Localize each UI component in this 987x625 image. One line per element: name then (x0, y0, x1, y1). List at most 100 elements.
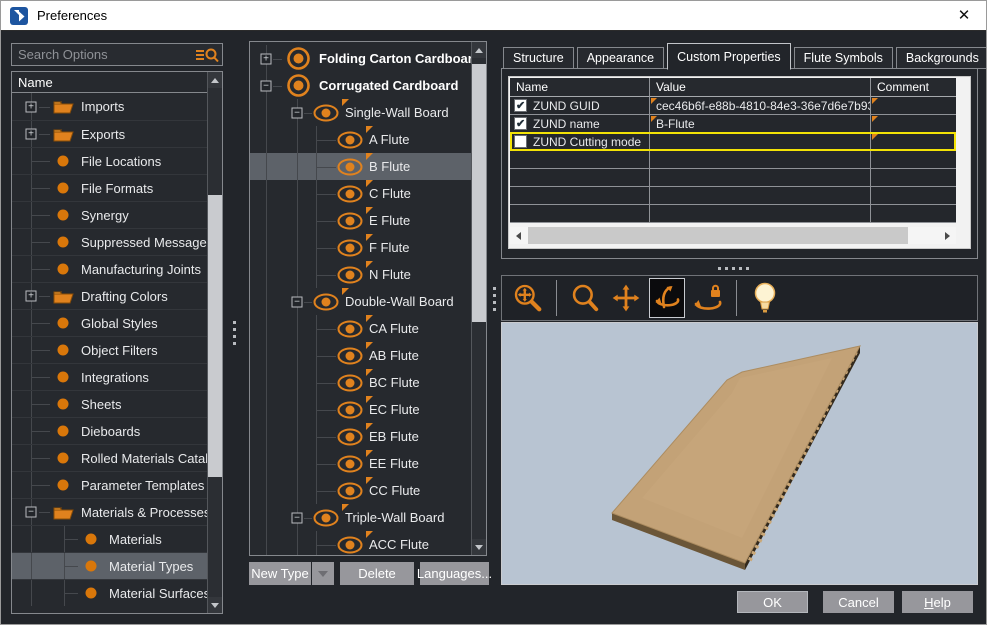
property-checkbox[interactable] (514, 135, 527, 148)
tab-backgrounds[interactable]: Backgrounds (896, 47, 987, 69)
sidebar-item-synergy[interactable]: Synergy (12, 201, 207, 228)
property-name-cell[interactable]: ZUND name (510, 115, 650, 133)
tree-item-cc-flute[interactable]: CC Flute (250, 477, 471, 504)
help-button[interactable]: Help (902, 591, 973, 613)
sidebar-item-parameter-templates[interactable]: Parameter Templates (12, 471, 207, 498)
sidebar-item-imports[interactable]: +Imports (12, 93, 207, 120)
zoom-extents-button[interactable] (510, 278, 546, 318)
tab-structure[interactable]: Structure (503, 47, 574, 69)
collapse-box-icon[interactable]: − (292, 107, 303, 118)
collapse-box-icon[interactable]: − (261, 80, 272, 91)
sidebar-item-drafting-colors[interactable]: +Drafting Colors (12, 282, 207, 309)
sidebar-item-object-filters[interactable]: Object Filters (12, 336, 207, 363)
pan-button[interactable] (608, 278, 644, 318)
tree-item-folding-carton-cardboard[interactable]: +Folding Carton Cardboard (250, 45, 471, 72)
sidebar-item-material-surfaces[interactable]: Material Surfaces (12, 579, 207, 606)
sidebar-item-materials[interactable]: Materials (12, 525, 207, 552)
expand-box-icon[interactable]: + (26, 291, 37, 302)
preview-3d-viewport[interactable] (501, 322, 978, 585)
middle-tree-scrollbar[interactable] (471, 42, 486, 555)
tab-flute-symbols[interactable]: Flute Symbols (794, 47, 893, 69)
search-input[interactable] (12, 46, 195, 63)
property-comment-cell[interactable] (871, 115, 956, 133)
column-header-comment[interactable]: Comment (871, 78, 956, 97)
scroll-right-icon[interactable] (939, 227, 956, 244)
delete-button[interactable]: Delete (340, 562, 414, 585)
sidebar-item-file-formats[interactable]: File Formats (12, 174, 207, 201)
table-h-scrollbar[interactable] (510, 227, 956, 244)
tab-custom-properties[interactable]: Custom Properties (667, 43, 791, 70)
close-icon[interactable]: ✕ (955, 7, 973, 25)
cancel-button[interactable]: Cancel (823, 591, 894, 613)
rotate-locked-button[interactable] (690, 278, 726, 318)
tree-item-triple-wall-board[interactable]: −Triple-Wall Board (250, 504, 471, 531)
light-bulb-button[interactable] (747, 278, 783, 318)
sidebar-item-global-styles[interactable]: Global Styles (12, 309, 207, 336)
property-name-cell[interactable]: ZUND GUID (510, 97, 650, 115)
scroll-down-icon[interactable] (208, 597, 222, 613)
sidebar-item-material-types[interactable]: Material Types (12, 552, 207, 579)
sidebar-item-manufacturing-joints[interactable]: Manufacturing Joints (12, 255, 207, 282)
tree-item-acc-flute[interactable]: ACC Flute (250, 531, 471, 555)
middle-scroll-thumb[interactable] (472, 64, 486, 322)
tree-item-ee-flute[interactable]: EE Flute (250, 450, 471, 477)
tree-item-bc-flute[interactable]: BC Flute (250, 369, 471, 396)
tree-item-single-wall-board[interactable]: −Single-Wall Board (250, 99, 471, 126)
collapse-box-icon[interactable]: − (292, 512, 303, 523)
collapse-box-icon[interactable]: − (292, 296, 303, 307)
tree-item-ec-flute[interactable]: EC Flute (250, 396, 471, 423)
sidebar-item-rolled-materials-catalog[interactable]: Rolled Materials Catalog (12, 444, 207, 471)
scroll-up-icon[interactable] (208, 72, 222, 88)
horizontal-splitter[interactable] (713, 265, 753, 272)
property-checkbox[interactable] (514, 117, 527, 130)
tree-item-b-flute[interactable]: B Flute (250, 153, 471, 180)
property-value-cell[interactable] (650, 133, 871, 151)
collapse-box-icon[interactable]: − (26, 507, 37, 518)
tab-appearance[interactable]: Appearance (577, 47, 664, 69)
vertical-splitter-right[interactable] (491, 279, 498, 319)
sidebar-item-exports[interactable]: +Exports (12, 120, 207, 147)
tree-item-eb-flute[interactable]: EB Flute (250, 423, 471, 450)
vertical-splitter-left[interactable] (231, 313, 238, 353)
tree-item-c-flute[interactable]: C Flute (250, 180, 471, 207)
sidebar-item-sheets[interactable]: Sheets (12, 390, 207, 417)
languages-button[interactable]: Languages... (420, 562, 489, 585)
column-header-value[interactable]: Value (650, 78, 871, 97)
left-scroll-thumb[interactable] (208, 195, 222, 477)
tree-item-n-flute[interactable]: N Flute (250, 261, 471, 288)
scroll-left-icon[interactable] (510, 227, 527, 244)
property-comment-cell[interactable] (871, 133, 956, 151)
tree-item-a-flute[interactable]: A Flute (250, 126, 471, 153)
tree-item-ab-flute[interactable]: AB Flute (250, 342, 471, 369)
sidebar-item-dieboards[interactable]: Dieboards (12, 417, 207, 444)
new-type-dropdown-button[interactable] (312, 562, 334, 585)
sidebar-item-materials-processes[interactable]: −Materials & Processes (12, 498, 207, 525)
expand-box-icon[interactable]: + (261, 53, 272, 64)
rotate-3d-button[interactable] (649, 278, 685, 318)
property-checkbox[interactable] (514, 99, 527, 112)
sidebar-item-suppressed-messages[interactable]: Suppressed Messages (12, 228, 207, 255)
new-type-button[interactable]: New Type (249, 562, 311, 585)
column-header-name[interactable]: Name (510, 78, 650, 97)
h-scroll-thumb[interactable] (528, 227, 908, 244)
ok-button[interactable]: OK (737, 591, 808, 613)
expand-box-icon[interactable]: + (26, 129, 37, 140)
expand-box-icon[interactable]: + (26, 101, 37, 112)
scroll-up-icon[interactable] (472, 42, 486, 58)
property-value-cell[interactable]: B-Flute (650, 115, 871, 133)
scroll-down-icon[interactable] (472, 539, 486, 555)
sidebar-item-file-locations[interactable]: File Locations (12, 147, 207, 174)
property-name-cell[interactable]: ZUND Cutting mode (510, 133, 650, 151)
search-icon[interactable] (195, 47, 219, 63)
tree-item-double-wall-board[interactable]: −Double-Wall Board (250, 288, 471, 315)
tree-item-corrugated-cardboard[interactable]: −Corrugated Cardboard (250, 72, 471, 99)
property-value-cell[interactable]: cec46b6f-e88b-4810-84e3-36e7d6e7b937 (650, 97, 871, 115)
tree-header-name[interactable]: Name (12, 72, 207, 93)
tree-item-e-flute[interactable]: E Flute (250, 207, 471, 234)
tree-item-f-flute[interactable]: F Flute (250, 234, 471, 261)
property-comment-cell[interactable] (871, 97, 956, 115)
sidebar-item-integrations[interactable]: Integrations (12, 363, 207, 390)
tree-item-ca-flute[interactable]: CA Flute (250, 315, 471, 342)
zoom-button[interactable] (567, 278, 603, 318)
left-tree-scrollbar[interactable] (207, 72, 222, 613)
